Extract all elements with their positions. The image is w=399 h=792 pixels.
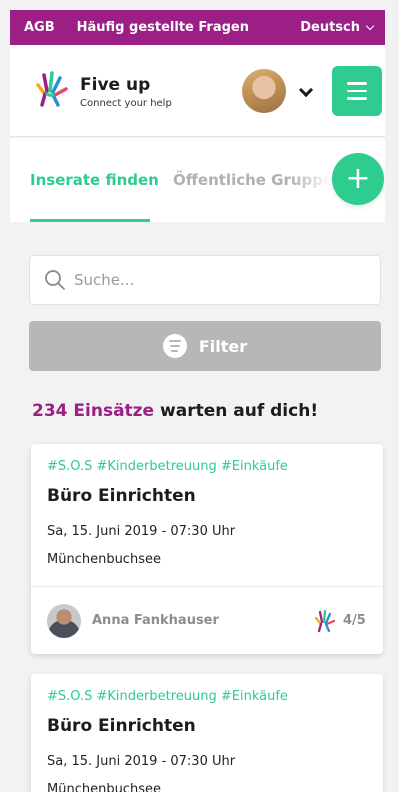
app-header: Five up Connect your help [10, 45, 385, 137]
results-count-text: warten auf dich! [154, 401, 319, 421]
card-rating: 4/5 [343, 613, 366, 628]
faq-link[interactable]: Häufig gestellte Fragen [77, 20, 301, 35]
chevron-down-icon [365, 21, 375, 31]
card-title[interactable]: Büro Einrichten [47, 486, 196, 506]
top-bar: AGB Häufig gestellte Fragen Deutsch [10, 10, 385, 45]
card-tags[interactable]: #S.O.S #Kinderbetreuung #Einkäufe [47, 689, 288, 704]
listing-card[interactable]: #S.O.S #Kinderbetreuung #Einkäufe Büro E… [31, 444, 383, 654]
brand-tagline: Connect your help [80, 98, 172, 109]
menu-button[interactable] [332, 66, 382, 116]
card-title[interactable]: Büro Einrichten [47, 716, 196, 736]
hamburger-line [347, 97, 367, 100]
search-box [29, 255, 381, 305]
brand-name: Five up [80, 75, 151, 95]
chevron-down-icon[interactable] [298, 82, 314, 98]
tab-bar: Inserate finden Öffentliche Gruppen + [10, 138, 385, 222]
card-location: Münchenbuchsee [47, 782, 161, 792]
filter-button[interactable]: Filter [29, 321, 381, 371]
five-hands-logo-icon [314, 609, 336, 633]
filter-icon [162, 334, 187, 358]
active-tab-indicator [30, 219, 150, 222]
card-author-name[interactable]: Anna Fankhauser [92, 613, 219, 628]
add-button[interactable]: + [332, 153, 384, 205]
five-hands-logo-icon[interactable] [28, 67, 72, 111]
results-count: 234 Einsätze warten auf dich! [32, 401, 318, 421]
hamburger-line [347, 89, 367, 93]
search-input[interactable] [74, 271, 354, 289]
listing-card[interactable]: #S.O.S #Kinderbetreuung #Einkäufe Büro E… [31, 674, 383, 792]
filter-label: Filter [198, 336, 248, 356]
language-label: Deutsch [300, 20, 360, 35]
card-tags[interactable]: #S.O.S #Kinderbetreuung #Einkäufe [47, 459, 288, 474]
hamburger-line [347, 82, 367, 85]
card-date: Sa, 15. Juni 2019 - 07:30 Uhr [47, 754, 236, 769]
avatar[interactable] [47, 604, 81, 638]
card-location: Münchenbuchsee [47, 552, 161, 567]
agb-link[interactable]: AGB [24, 20, 55, 35]
search-icon [45, 270, 65, 290]
card-date: Sa, 15. Juni 2019 - 07:30 Uhr [47, 524, 236, 539]
user-avatar[interactable] [242, 69, 286, 113]
plus-icon: + [345, 161, 371, 196]
tab-inserate-finden[interactable]: Inserate finden [30, 171, 159, 189]
language-selector[interactable]: Deutsch [300, 20, 375, 35]
card-divider [31, 586, 383, 587]
results-count-number: 234 Einsätze [32, 401, 155, 421]
